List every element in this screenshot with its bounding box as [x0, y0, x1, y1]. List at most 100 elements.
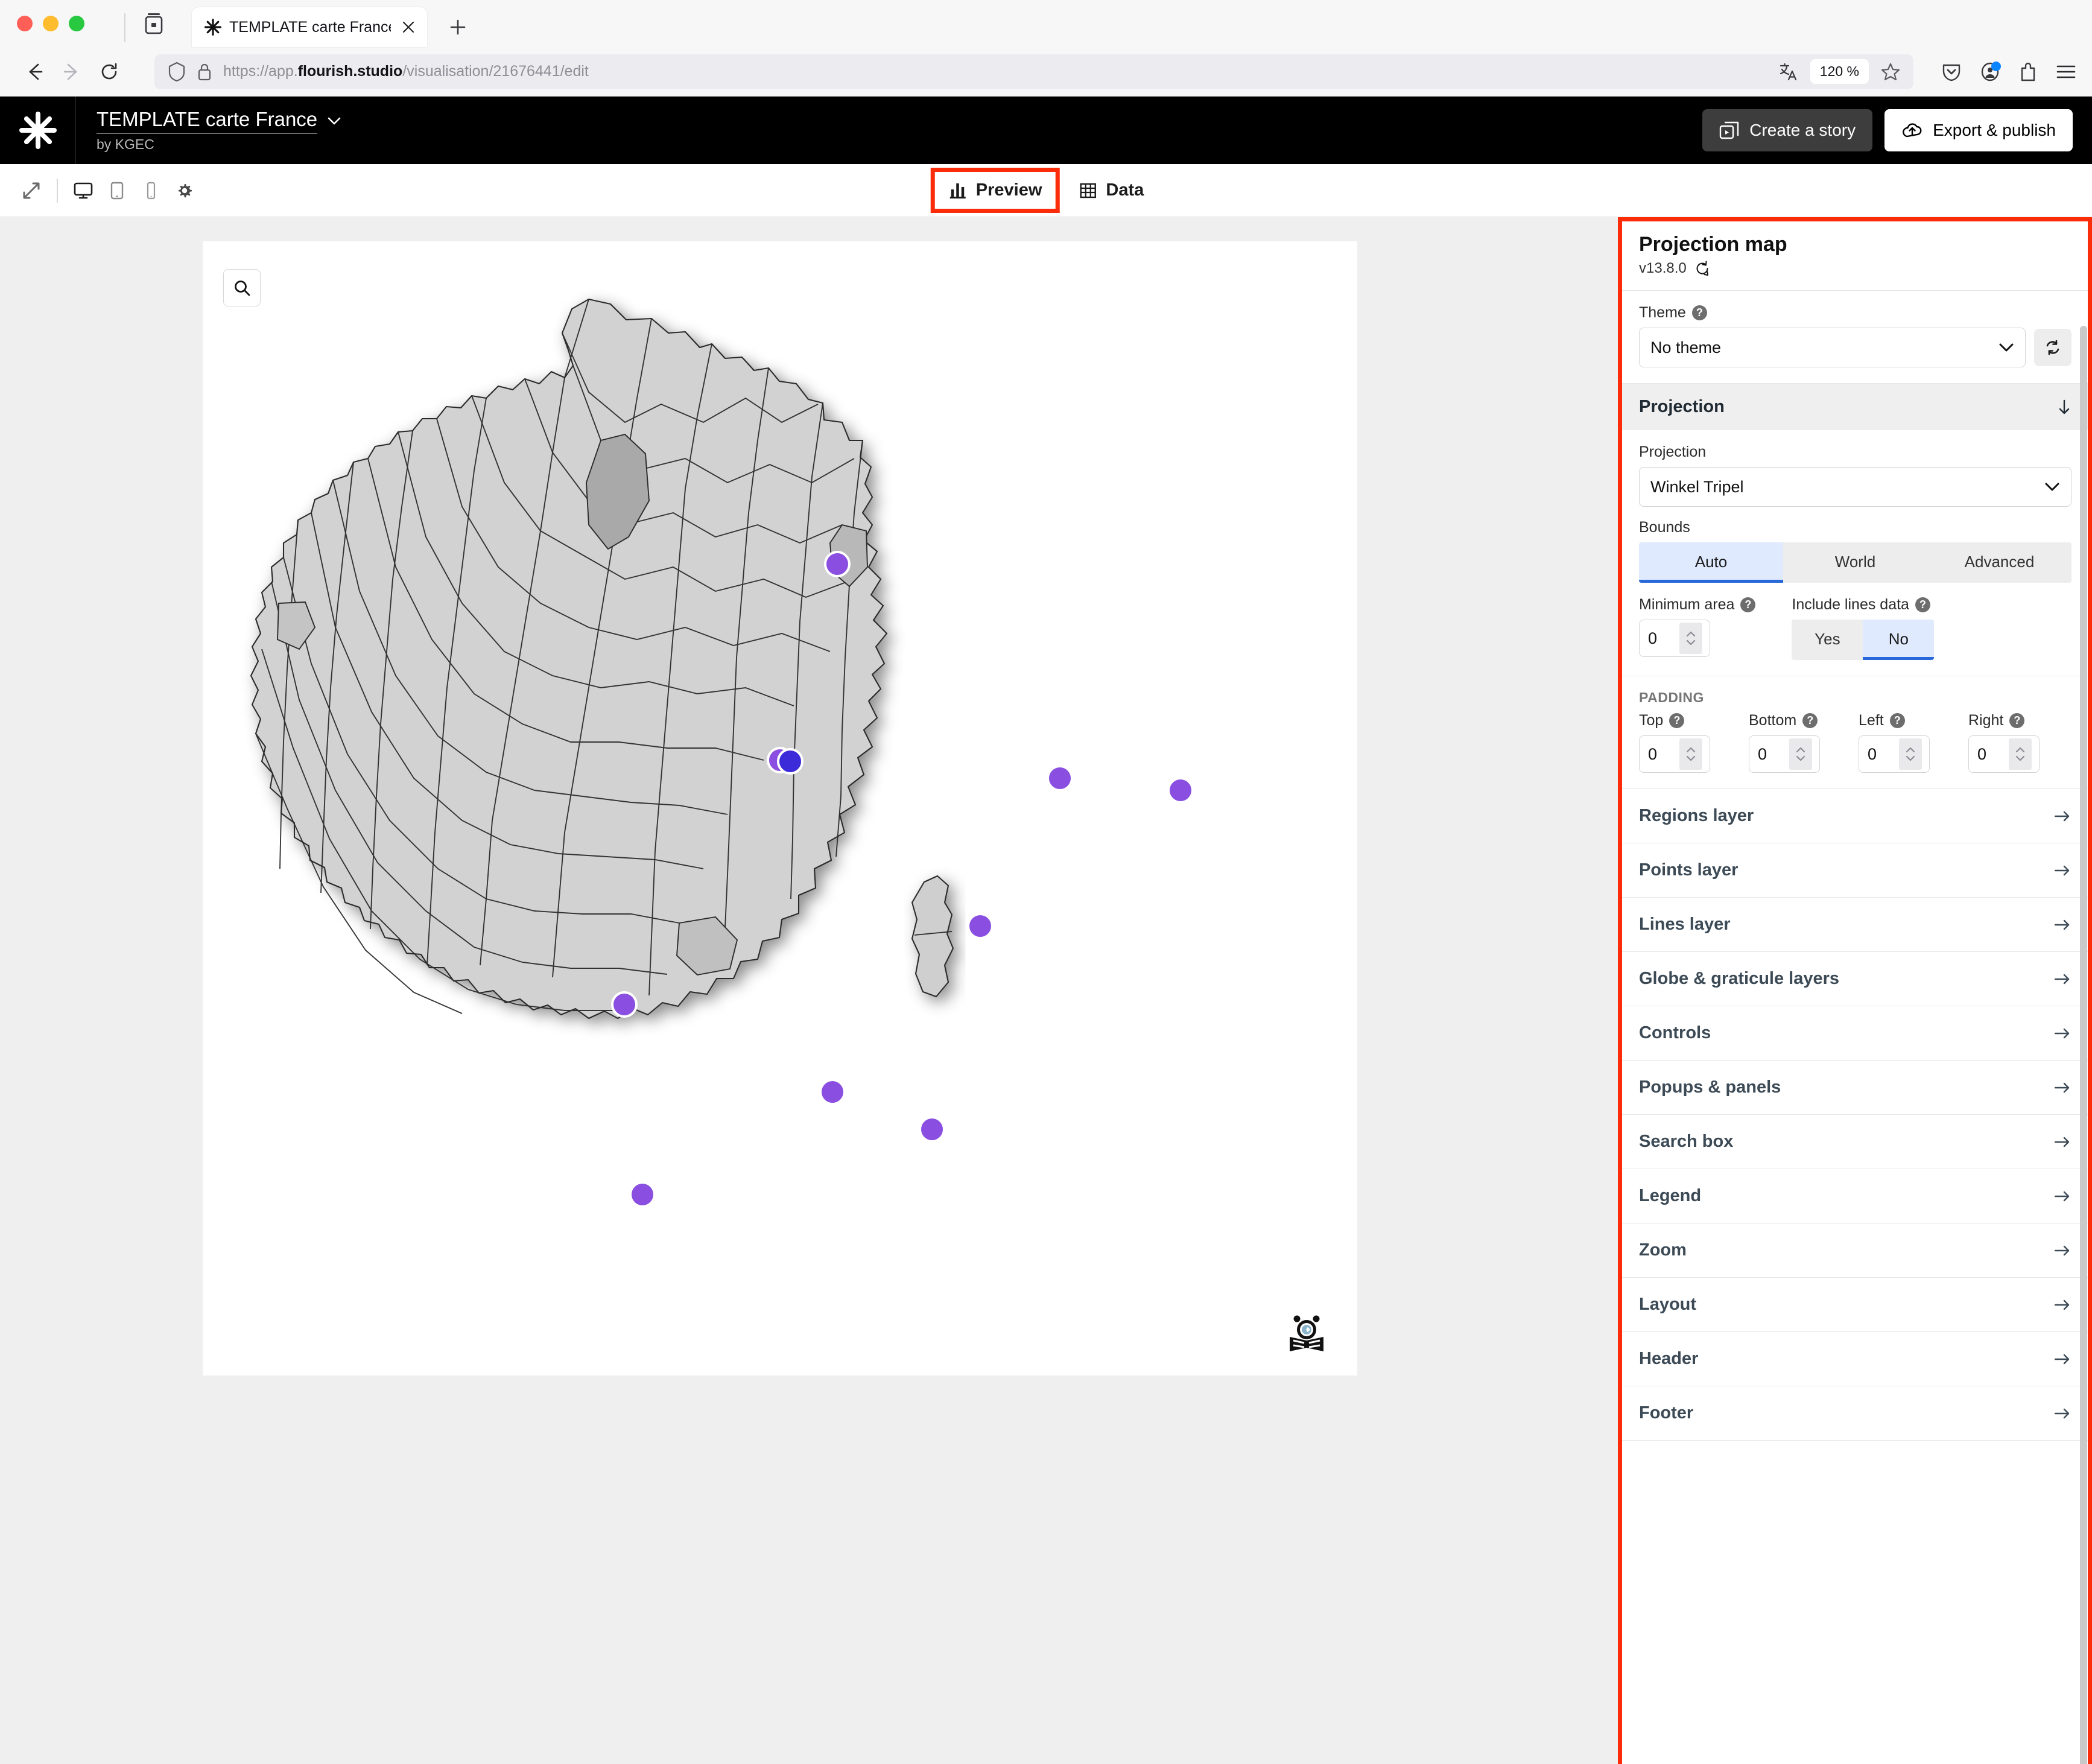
- bounds-option-advanced[interactable]: Advanced: [1927, 542, 2071, 583]
- stepper-arrows-icon[interactable]: [1679, 738, 1702, 770]
- refresh-circle-icon[interactable]: [1694, 260, 1711, 277]
- theme-refresh-button[interactable]: [2034, 329, 2071, 366]
- include-lines-option-no[interactable]: No: [1863, 620, 1935, 660]
- settings-nav-item[interactable]: Header: [1618, 1332, 2092, 1386]
- settings-nav-item[interactable]: Points layer: [1618, 843, 2092, 898]
- settings-nav-item[interactable]: Regions layer: [1618, 789, 2092, 843]
- desktop-icon[interactable]: [66, 174, 100, 208]
- help-icon[interactable]: ?: [1691, 305, 1707, 320]
- padding-bottom-input[interactable]: [1749, 744, 1789, 764]
- translate-icon[interactable]: [1779, 62, 1798, 81]
- settings-nav-item[interactable]: Controls: [1618, 1006, 2092, 1061]
- settings-nav-item-label: Zoom: [1639, 1240, 1687, 1260]
- stepper-arrows-icon[interactable]: [1679, 623, 1702, 654]
- settings-panel-scrollbar[interactable]: [2080, 326, 2087, 1764]
- minimum-area-input[interactable]: [1640, 629, 1679, 648]
- export-publish-button[interactable]: Export & publish: [1884, 109, 2073, 151]
- new-tab-button[interactable]: [440, 10, 475, 45]
- page-title[interactable]: TEMPLATE carte France: [97, 108, 318, 134]
- account-icon[interactable]: [1980, 61, 2001, 82]
- pocket-icon[interactable]: [1941, 62, 1962, 82]
- create-story-label: Create a story: [1749, 121, 1856, 139]
- settings-nav-item[interactable]: Globe & graticule layers: [1618, 952, 2092, 1006]
- padding-right-field: Right?: [1968, 712, 2065, 773]
- padding-left-input[interactable]: [1859, 744, 1899, 764]
- bounds-option-auto[interactable]: Auto: [1639, 542, 1783, 583]
- tab-data[interactable]: Data: [1065, 172, 1157, 209]
- help-icon[interactable]: ?: [1669, 713, 1685, 728]
- gear-icon[interactable]: [168, 174, 201, 208]
- projection-select[interactable]: Winkel Tripel: [1639, 467, 2071, 507]
- padding-right-stepper[interactable]: [1968, 735, 2040, 773]
- padding-bottom-stepper[interactable]: [1749, 735, 1820, 773]
- star-icon[interactable]: [1881, 62, 1900, 81]
- forward-arrow-icon[interactable]: [53, 53, 90, 90]
- bar-chart-icon: [948, 181, 968, 200]
- padding-left-field: Left?: [1859, 712, 1955, 773]
- padding-right-input[interactable]: [1969, 744, 2009, 764]
- arrow-down-icon[interactable]: [2057, 399, 2071, 416]
- settings-nav-item[interactable]: Search box: [1618, 1115, 2092, 1169]
- arrow-right-icon: [2053, 1027, 2071, 1040]
- tab-list-icon[interactable]: [141, 0, 166, 47]
- france-projection-map[interactable]: [203, 241, 1357, 1375]
- close-icon[interactable]: [398, 17, 419, 37]
- account-notification-badge: [1991, 61, 2001, 71]
- map-preview-card: [203, 241, 1357, 1375]
- tablet-icon[interactable]: [100, 174, 134, 208]
- help-icon[interactable]: ?: [1889, 713, 1905, 728]
- help-icon[interactable]: ?: [1740, 597, 1756, 612]
- stepper-arrows-icon[interactable]: [1899, 738, 1922, 770]
- url-bar[interactable]: https://app.flourish.studio/visualisatio…: [154, 54, 1913, 89]
- settings-nav-item[interactable]: Footer: [1618, 1386, 2092, 1441]
- settings-nav-item[interactable]: Zoom: [1618, 1223, 2092, 1278]
- help-icon[interactable]: ?: [2009, 713, 2025, 728]
- browser-tab[interactable]: TEMPLATE carte France | Flouris: [192, 7, 427, 47]
- settings-nav-item-label: Search box: [1639, 1132, 1734, 1151]
- settings-nav-item[interactable]: Legend: [1618, 1169, 2092, 1223]
- create-story-button[interactable]: Create a story: [1702, 109, 1873, 151]
- close-window-button[interactable]: [17, 16, 33, 31]
- extensions-icon[interactable]: [2018, 62, 2038, 82]
- help-icon[interactable]: ?: [1802, 713, 1818, 728]
- export-publish-label: Export & publish: [1933, 121, 2056, 139]
- padding-top-stepper[interactable]: [1639, 735, 1710, 773]
- chevron-down-icon[interactable]: [327, 116, 341, 126]
- tab-title: TEMPLATE carte France | Flouris: [229, 18, 391, 36]
- settings-nav-list: Regions layer Points layer Lines layer Glob…: [1618, 789, 2092, 1441]
- arrow-right-icon: [2053, 1190, 2071, 1203]
- theme-select[interactable]: No theme: [1639, 328, 2026, 367]
- template-version-row: v13.8.0: [1639, 260, 2071, 277]
- maximize-window-button[interactable]: [69, 16, 84, 31]
- help-icon[interactable]: ?: [1915, 597, 1930, 612]
- bounds-option-world[interactable]: World: [1783, 542, 1927, 583]
- zoom-level-indicator[interactable]: 120 %: [1810, 59, 1869, 84]
- preview-canvas-area: ? Help: [0, 217, 1618, 1764]
- settings-nav-item[interactable]: Popups & panels: [1618, 1061, 2092, 1115]
- settings-nav-item[interactable]: Layout: [1618, 1278, 2092, 1332]
- settings-nav-item[interactable]: Lines layer: [1618, 898, 2092, 952]
- table-grid-icon: [1078, 181, 1097, 200]
- padding-top-input[interactable]: [1640, 744, 1679, 764]
- hamburger-menu-icon[interactable]: [2056, 63, 2076, 81]
- lock-icon[interactable]: [197, 62, 212, 81]
- shield-icon[interactable]: [168, 62, 186, 82]
- include-lines-option-yes[interactable]: Yes: [1792, 620, 1863, 660]
- section-projection-header[interactable]: Projection: [1618, 384, 2092, 430]
- minimum-area-stepper[interactable]: [1639, 620, 1710, 657]
- minimum-area-field: Minimum area ?: [1639, 596, 1756, 657]
- stepper-arrows-icon[interactable]: [2009, 738, 2032, 770]
- minimize-window-button[interactable]: [43, 16, 59, 31]
- app-header: TEMPLATE carte France by KGEC Create a s…: [0, 97, 2092, 164]
- reload-icon[interactable]: [90, 53, 128, 90]
- padding-left-stepper[interactable]: [1859, 735, 1930, 773]
- template-name: Projection map: [1639, 233, 1787, 256]
- tab-preview[interactable]: Preview: [930, 168, 1060, 213]
- stepper-arrows-icon[interactable]: [1789, 738, 1812, 770]
- editor-toolbar: Preview Data: [0, 164, 2092, 217]
- mobile-icon[interactable]: [134, 174, 168, 208]
- story-icon: [1719, 121, 1740, 139]
- expand-icon[interactable]: [14, 174, 48, 208]
- back-arrow-icon[interactable]: [16, 53, 53, 90]
- flourish-logo-icon[interactable]: [0, 97, 76, 164]
